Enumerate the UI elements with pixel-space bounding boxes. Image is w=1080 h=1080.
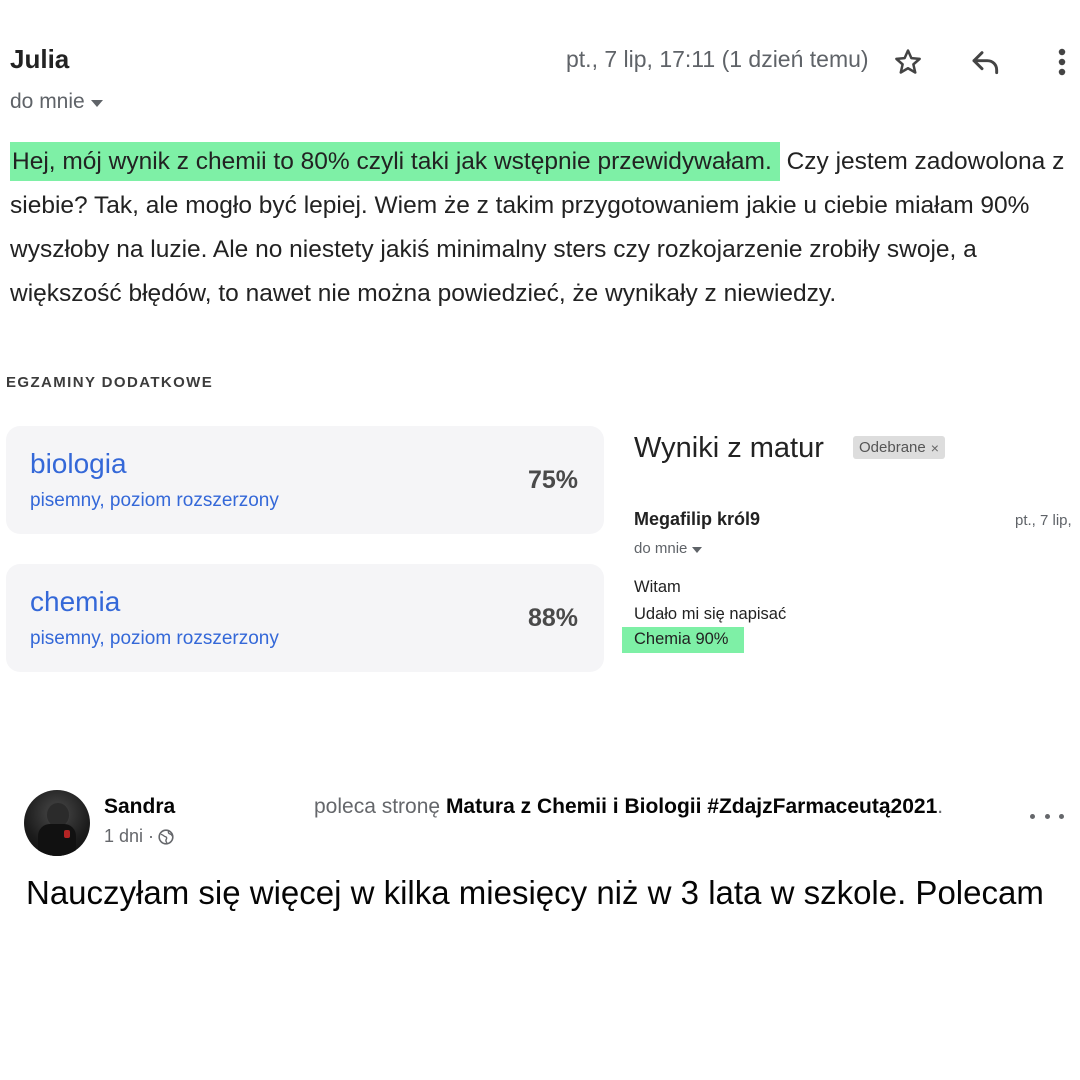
reply-icon <box>972 51 999 75</box>
avatar-accent-shape <box>64 830 70 838</box>
more-options-button[interactable] <box>1050 42 1074 82</box>
exam-subject: biologia <box>30 448 127 479</box>
recommends-suffix: . <box>937 795 944 818</box>
email-date: pt., 7 lip, 17:11 (1 dzień temu) <box>566 46 869 72</box>
post-menu-button[interactable] <box>1030 806 1064 826</box>
recommends-prefix: poleca stronę <box>314 795 441 818</box>
star-button[interactable] <box>890 44 926 80</box>
exam-level: pisemny, poziom rozszerzony <box>30 628 279 649</box>
star-icon <box>895 49 921 74</box>
email-subject: Wyniki z matur <box>634 432 824 464</box>
caret-down-icon <box>90 100 103 107</box>
highlighted-text: Hej, mój wynik z chemii to 80% czyli tak… <box>10 142 780 181</box>
more-horizontal-icon <box>1044 813 1050 819</box>
exam-score: 75% <box>527 466 578 494</box>
close-icon[interactable]: × <box>931 440 939 456</box>
recommended-page-link[interactable]: Matura z Chemii i Biologii #ZdajzFarmace… <box>446 795 937 818</box>
post-text: Nauczyłam się więcej w kilka miesięcy ni… <box>26 874 1044 911</box>
email-body: Hej, mój wynik z chemii to 80% czyli tak… <box>10 140 1075 316</box>
recipient-label: do mnie <box>634 540 688 557</box>
email-sender-name: Megafilip król9 <box>634 509 761 529</box>
exam-card-chemia[interactable]: chemia pisemny, poziom rozszerzony 88% <box>6 564 604 672</box>
recipient-dropdown[interactable]: do mnie <box>634 540 703 557</box>
exams-section-title: EGZAMINY DODATKOWE <box>6 374 214 391</box>
reply-button[interactable] <box>966 44 1006 80</box>
recipient-dropdown[interactable]: do mnie <box>10 90 103 114</box>
post-timestamp: 1 dni · <box>104 826 174 847</box>
highlighted-text: Chemia 90% <box>622 627 745 653</box>
recipient-label: do mnie <box>10 90 85 113</box>
post-time[interactable]: 1 dni · <box>104 826 154 847</box>
email-body-line: Witam <box>634 578 681 596</box>
avatar-body-shape <box>38 824 76 856</box>
exam-card-biologia[interactable]: biologia pisemny, poziom rozszerzony 75% <box>6 426 604 534</box>
globe-icon <box>158 828 174 845</box>
more-horizontal-icon <box>1030 813 1035 819</box>
exam-subject: chemia <box>30 586 121 617</box>
exam-score: 88% <box>527 604 578 632</box>
email-body-line-highlighted: Chemia 90% <box>622 627 745 653</box>
post-recommendation: poleca stronę Matura z Chemii i Biologii… <box>314 795 943 819</box>
more-horizontal-icon <box>1059 813 1064 819</box>
exam-level: pisemny, poziom rozszerzony <box>30 490 279 511</box>
email-body-line: Udało mi się napisać <box>634 605 787 623</box>
email-sender-name: Julia <box>10 44 70 74</box>
label-text: Odebrane <box>859 439 926 456</box>
avatar[interactable] <box>24 790 90 856</box>
caret-down-icon <box>692 547 703 553</box>
post-author-name[interactable]: Sandra <box>104 795 175 819</box>
more-vertical-icon <box>1058 48 1066 76</box>
email-date: pt., 7 lip, <box>1015 512 1072 529</box>
inbox-label-chip[interactable]: Odebrane × <box>853 436 945 459</box>
